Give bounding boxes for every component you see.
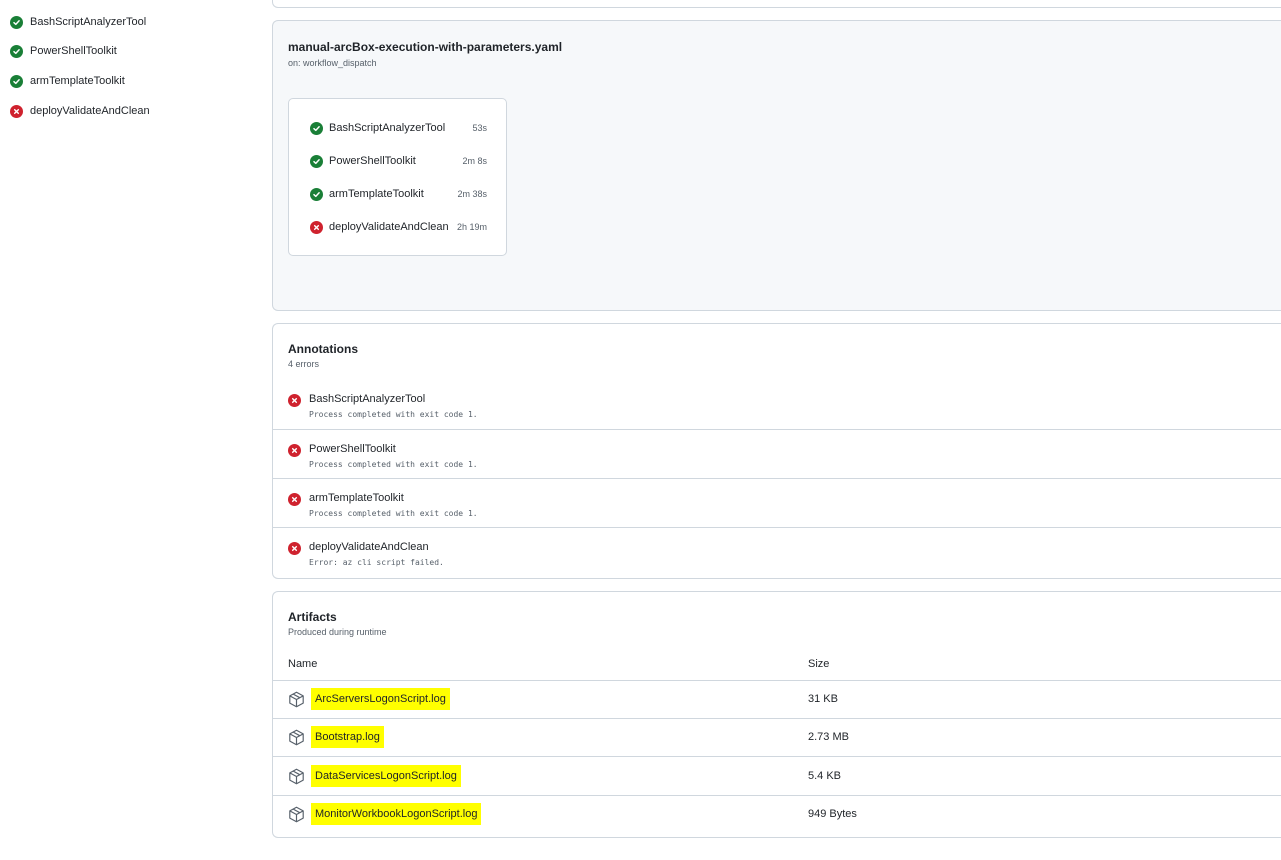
annotation-message: Error: az cli script failed. <box>309 558 444 567</box>
graph-job-bashscriptanalyzertool[interactable]: BashScriptAnalyzerTool 53s <box>310 120 487 136</box>
sidebar-job-armtemplatetoolkit[interactable]: armTemplateToolkit <box>10 73 125 89</box>
graph-job-duration: 2m 8s <box>462 156 487 166</box>
artifacts-panel: Artifacts Produced during runtime Name S… <box>272 591 1281 838</box>
x-circle-icon <box>288 493 301 506</box>
column-header-name: Name <box>288 658 318 670</box>
annotation-message: Process completed with exit code 1. <box>309 410 478 419</box>
graph-job-label: deployValidateAndClean <box>329 221 449 233</box>
artifact-size: 31 KB <box>808 693 838 705</box>
artifact-row: DataServicesLogonScript.log 5.4 KB <box>273 758 1281 796</box>
annotation-item: BashScriptAnalyzerTool Process completed… <box>273 380 1281 429</box>
x-circle-icon <box>10 104 23 118</box>
sidebar-job-deployvalidateandclean[interactable]: deployValidateAndClean <box>10 103 150 119</box>
x-circle-icon <box>310 220 323 234</box>
artifact-download-link[interactable]: Bootstrap.log <box>311 726 384 748</box>
artifact-row: ArcServersLogonScript.log 31 KB <box>273 681 1281 719</box>
annotation-job-link[interactable]: armTemplateToolkit <box>309 492 404 504</box>
package-icon <box>288 806 305 823</box>
x-circle-icon <box>288 394 301 407</box>
artifact-size: 2.73 MB <box>808 731 849 743</box>
graph-job-label: BashScriptAnalyzerTool <box>329 122 446 134</box>
annotations-count: 4 errors <box>288 359 320 369</box>
graph-job-duration: 2m 38s <box>457 189 487 199</box>
graph-job-powershelltoolkit[interactable]: PowerShellToolkit 2m 8s <box>310 153 487 169</box>
graph-job-armtemplatetoolkit[interactable]: armTemplateToolkit 2m 38s <box>310 186 487 202</box>
annotations-panel: Annotations 4 errors BashScriptAnalyzerT… <box>272 323 1281 579</box>
column-header-size: Size <box>808 658 830 670</box>
sidebar-job-label: PowerShellToolkit <box>30 45 117 57</box>
graph-job-deployvalidateandclean[interactable]: deployValidateAndClean 2h 19m <box>310 219 487 235</box>
x-circle-icon <box>288 444 301 457</box>
annotation-message: Process completed with exit code 1. <box>309 460 478 469</box>
graph-job-label: armTemplateToolkit <box>329 188 424 200</box>
sidebar-job-label: armTemplateToolkit <box>30 75 125 87</box>
sidebar-job-powershelltoolkit[interactable]: PowerShellToolkit <box>10 43 117 59</box>
check-circle-icon <box>10 15 23 29</box>
sidebar-job-label: deployValidateAndClean <box>30 105 150 117</box>
sidebar-job-label: BashScriptAnalyzerTool <box>30 16 147 28</box>
summary-panel <box>272 0 1281 8</box>
check-circle-icon <box>310 121 323 135</box>
artifacts-table-header: Name Size <box>273 650 1281 681</box>
check-circle-icon <box>310 154 323 168</box>
annotation-job-link[interactable]: deployValidateAndClean <box>309 541 429 553</box>
artifact-download-link[interactable]: DataServicesLogonScript.log <box>311 765 461 787</box>
artifact-download-link[interactable]: ArcServersLogonScript.log <box>311 688 450 710</box>
artifacts-subtitle: Produced during runtime <box>288 627 387 637</box>
annotation-item: PowerShellToolkit Process completed with… <box>273 429 1281 478</box>
artifact-size: 5.4 KB <box>808 770 842 782</box>
artifact-download-link[interactable]: MonitorWorkbookLogonScript.log <box>311 803 482 825</box>
job-card: BashScriptAnalyzerTool 53s PowerShellToo… <box>288 98 507 256</box>
graph-job-duration: 53s <box>472 123 487 133</box>
annotation-job-link[interactable]: PowerShellToolkit <box>309 443 396 455</box>
annotation-item: deployValidateAndClean Error: az cli scr… <box>273 527 1281 576</box>
workflow-graph-panel: manual-arcBox-execution-with-parameters.… <box>272 20 1281 311</box>
package-icon <box>288 729 305 746</box>
package-icon <box>288 691 305 708</box>
artifact-row: Bootstrap.log 2.73 MB <box>273 719 1281 757</box>
package-icon <box>288 768 305 785</box>
annotation-job-link[interactable]: BashScriptAnalyzerTool <box>309 393 425 405</box>
annotation-item: armTemplateToolkit Process completed wit… <box>273 478 1281 527</box>
sidebar-job-bashscriptanalyzertool[interactable]: BashScriptAnalyzerTool <box>10 14 146 30</box>
x-circle-icon <box>288 542 301 555</box>
artifacts-title: Artifacts <box>288 610 337 624</box>
workflow-file-name[interactable]: manual-arcBox-execution-with-parameters.… <box>288 40 562 54</box>
graph-job-label: PowerShellToolkit <box>329 155 416 167</box>
artifact-size: 949 Bytes <box>808 808 857 820</box>
graph-job-duration: 2h 19m <box>456 222 487 232</box>
annotation-message: Process completed with exit code 1. <box>309 509 478 518</box>
workflow-trigger: on: workflow_dispatch <box>288 58 377 68</box>
check-circle-icon <box>10 74 23 88</box>
artifact-row: MonitorWorkbookLogonScript.log 949 Bytes <box>273 796 1281 834</box>
check-circle-icon <box>310 187 323 201</box>
check-circle-icon <box>10 44 23 58</box>
annotations-title: Annotations <box>288 342 358 356</box>
